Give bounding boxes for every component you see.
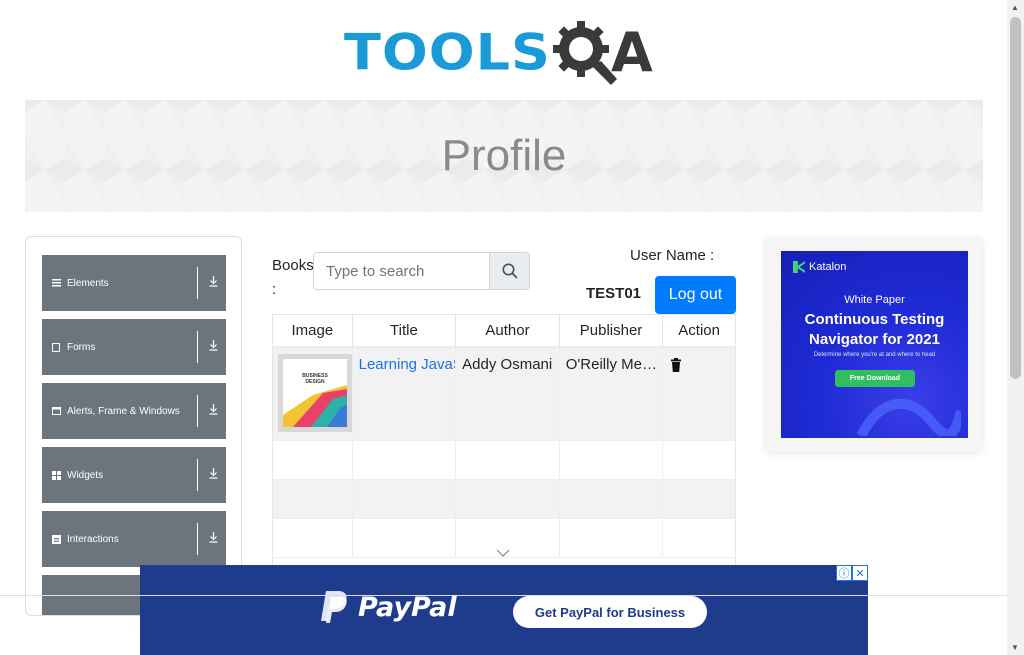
sidebar-group-label: Interactions [67, 533, 119, 545]
column-header-action[interactable]: Action [663, 315, 735, 346]
sidebar-group-alerts[interactable]: Alerts, Frame & Windows [42, 383, 226, 439]
divider [197, 395, 198, 427]
books-label: Books : [272, 257, 314, 298]
sidebar-group-label: Widgets [67, 469, 104, 481]
page: TOOLS A Profile Elements Forms Alerts, F… [0, 0, 1024, 655]
divider [197, 459, 198, 491]
scroll-up-arrow-icon[interactable]: ▲ [1011, 3, 1019, 12]
sidebar-group-label: Forms [67, 341, 96, 353]
gear-magnifier-icon [552, 21, 617, 85]
scroll-down-arrow-icon[interactable]: ▼ [1011, 643, 1019, 652]
table-cell [353, 519, 457, 557]
table-cell [560, 441, 664, 479]
paypal-wordmark: PayPal [358, 591, 457, 623]
column-header-image[interactable]: Image [273, 315, 353, 346]
page-title: Profile [441, 131, 567, 180]
interactions-icon [51, 534, 61, 544]
book-author: Addy Osmani [456, 348, 560, 440]
table-cell [663, 519, 735, 557]
book-publisher: O'Reilly Media [560, 348, 664, 440]
divider [197, 267, 198, 299]
search-input[interactable] [314, 253, 489, 289]
book-cover-image: BUSINESS DESIGN [278, 354, 352, 432]
form-icon [51, 342, 61, 352]
logo-text-tools: TOOLS [344, 23, 551, 81]
table-cell [560, 480, 664, 518]
column-header-publisher[interactable]: Publisher [560, 315, 664, 346]
table-row [273, 441, 735, 480]
close-icon[interactable]: ✕ [852, 565, 868, 581]
hamburger-icon [51, 278, 61, 288]
download-icon [204, 402, 222, 420]
download-icon [204, 274, 222, 292]
search-icon [502, 263, 518, 279]
katalon-ad[interactable]: Katalon White Paper Continuous Testing N… [781, 251, 968, 438]
table-cell [560, 519, 664, 557]
katalon-k-icon [793, 261, 805, 273]
table-cell [273, 480, 353, 518]
sidebar-group-elements[interactable]: Elements [42, 255, 226, 311]
table-cell [273, 441, 353, 479]
action-cell [663, 348, 735, 440]
widgets-icon [51, 470, 61, 480]
table-row [273, 480, 735, 519]
trash-icon[interactable] [670, 358, 682, 372]
info-icon[interactable]: ⓘ [836, 565, 852, 581]
sidebar-group-label: Alerts, Frame & Windows [67, 405, 180, 417]
scroll-thumb[interactable] [1010, 17, 1021, 379]
sidebar-group-forms[interactable]: Forms [42, 319, 226, 375]
table-cell [456, 441, 560, 479]
table-cell [663, 441, 735, 479]
toolsqa-logo[interactable]: TOOLS A [344, 14, 653, 90]
table-cell [353, 441, 457, 479]
search-box [313, 252, 530, 290]
ad-title-line: Navigator for 2021 [809, 331, 940, 348]
ad-title-line: Continuous Testing [804, 311, 945, 328]
sidebar-group-widgets[interactable]: Widgets [42, 447, 226, 503]
ad-choices[interactable]: ⓘ ✕ [836, 565, 868, 581]
download-icon [204, 530, 222, 548]
book-image-cell: BUSINESS DESIGN [273, 348, 353, 440]
katalon-brand: Katalon [809, 261, 847, 273]
table-cell [663, 480, 735, 518]
table-row: BUSINESS DESIGN Learning JavaScript Desi… [273, 348, 735, 441]
katalon-logo: Katalon [793, 261, 846, 273]
user-name-label: User Name : [630, 247, 715, 264]
ad-decoration [856, 398, 961, 436]
table-header: Image Title Author Publisher Action [273, 315, 735, 348]
ad-title: Continuous Testing Navigator for 2021 [781, 310, 968, 350]
sidebar-group-interactions[interactable]: Interactions [42, 511, 226, 567]
vertical-scrollbar[interactable]: ▲ ▼ [1007, 0, 1024, 655]
cover-art [283, 385, 347, 427]
left-sidebar: Elements Forms Alerts, Frame & Windows W… [25, 236, 242, 616]
books-table: Image Title Author Publisher Action BUSI… [272, 314, 736, 574]
window-icon [51, 406, 61, 416]
column-header-author[interactable]: Author [456, 315, 560, 346]
table-cell [353, 480, 457, 518]
ad-subtitle: Determine where you're at and where to h… [813, 352, 936, 358]
divider [0, 595, 1007, 596]
book-title-link[interactable]: Learning JavaScript Design Patterns [353, 348, 457, 440]
page-banner: Profile [25, 100, 983, 212]
divider [197, 523, 198, 555]
download-icon [204, 466, 222, 484]
logout-button[interactable]: Log out [655, 276, 736, 314]
user-name-value: TEST01 [586, 285, 642, 302]
divider [197, 331, 198, 363]
free-download-button[interactable]: Free Download [835, 370, 915, 387]
column-header-title[interactable]: Title [353, 315, 457, 346]
table-cell [456, 480, 560, 518]
get-paypal-button[interactable]: Get PayPal for Business [513, 596, 707, 628]
sidebar-group-label: Elements [67, 277, 109, 289]
table-cell [273, 519, 353, 557]
download-icon [204, 338, 222, 356]
chevron-down-icon[interactable] [496, 549, 510, 557]
paypal-ad[interactable]: PayPal Get PayPal for Business ⓘ ✕ [140, 565, 868, 655]
search-button[interactable] [489, 253, 529, 289]
ad-kicker: White Paper [844, 294, 905, 306]
